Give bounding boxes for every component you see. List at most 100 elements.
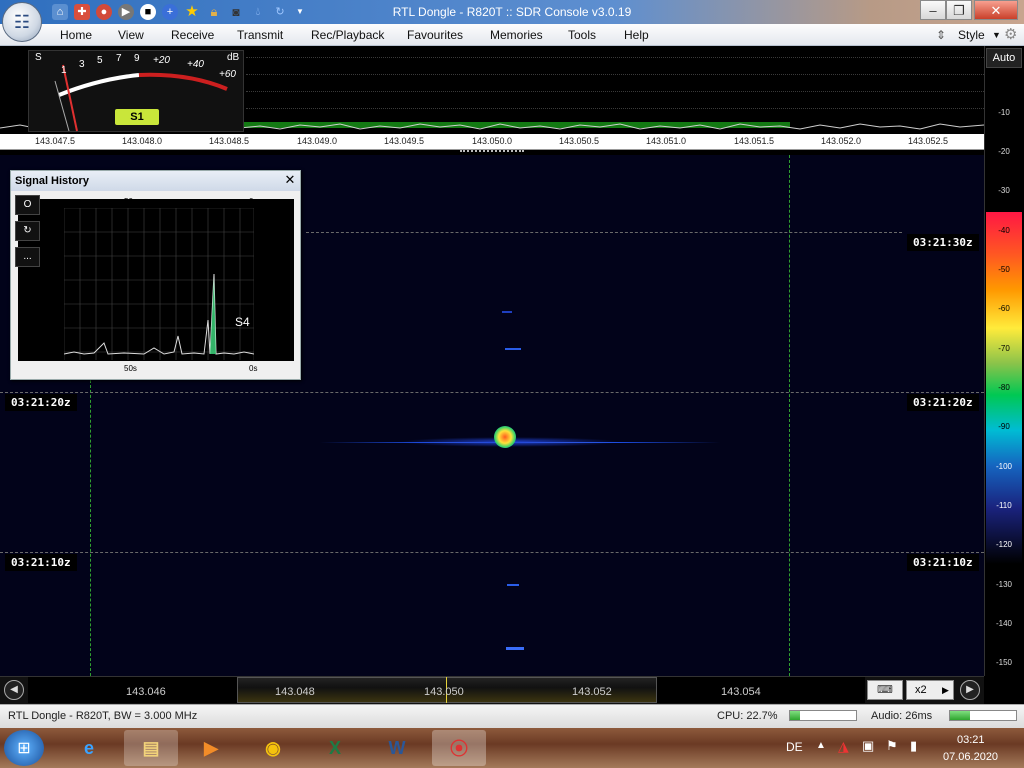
frequency-tick: 143.050.0 (471, 136, 513, 146)
antivirus-tray-icon[interactable]: ◮ (838, 738, 849, 755)
file-explorer-icon[interactable]: ▤ (124, 730, 178, 766)
internet-explorer-icon[interactable]: e (62, 730, 116, 766)
status-bar: RTL Dongle - R820T, BW = 3.000 MHz CPU: … (0, 704, 1024, 728)
timestamp-left: 03:21:20z (5, 394, 77, 411)
frequency-tick: 143.048.5 (208, 136, 250, 146)
audio-status: Audio: 26ms (871, 710, 933, 722)
signal-history-plot (64, 208, 254, 360)
cpu-status: CPU: 22.7% (717, 710, 778, 722)
audio-meter-fill (950, 711, 970, 720)
play-icon[interactable]: ▶ (118, 4, 134, 20)
history-db-tick: -60 dBm (258, 273, 289, 282)
menu-memories[interactable]: Memories (490, 24, 543, 46)
frequency-tick: 143.052.0 (820, 136, 862, 146)
s-meter-reading: S1 (115, 109, 159, 125)
splitter-handle[interactable] (460, 150, 524, 154)
colorbar-tick: -90 (998, 422, 1010, 431)
menu-receive[interactable]: Receive (171, 24, 214, 46)
colorbar-tick: -40 (998, 226, 1010, 235)
close-icon[interactable]: ✕ (283, 173, 297, 187)
timestamp-right: 03:21:20z (907, 394, 979, 411)
start-button[interactable]: ⊞ (4, 730, 44, 766)
language-indicator[interactable]: DE (786, 740, 803, 754)
s-meter-tick: 1 (61, 65, 67, 76)
minimize-button[interactable]: – (920, 0, 946, 20)
signal-history-window[interactable]: Signal History ✕ O ↻ ... 50s 0s 50s 0s -… (10, 170, 301, 380)
history-refresh-button[interactable]: ↻ (15, 221, 40, 241)
style-arrows-icon[interactable]: ⇕ (936, 24, 946, 46)
time-gridline (0, 392, 984, 393)
menu-transmit[interactable]: Transmit (237, 24, 283, 46)
gear-icon[interactable]: ⚙ (1004, 24, 1017, 46)
overview-freq-label: 143.048 (275, 686, 315, 698)
zoom-select[interactable]: x2 ▶ (906, 680, 954, 700)
spectrum-gridline (246, 91, 984, 92)
auto-scale-button[interactable]: Auto (986, 48, 1022, 68)
cpu-meter (789, 710, 857, 721)
time-gridline (306, 232, 902, 233)
clock-date[interactable]: 07.06.2020 (943, 751, 998, 763)
app-menu-orb-icon[interactable]: ☷ (2, 2, 42, 42)
frequency-tick: 143.052.5 (907, 136, 949, 146)
network-tray-icon[interactable]: ▮ (910, 738, 917, 754)
s-meter-db-label: dB (227, 52, 240, 63)
menu-help[interactable]: Help (624, 24, 649, 46)
overview-freq-label: 143.050 (424, 686, 464, 698)
home-icon[interactable]: ⌂ (52, 4, 68, 20)
chrome-icon[interactable]: ◉ (246, 730, 300, 766)
zoom-value: x2 (915, 684, 927, 696)
sdr-console-taskbar-icon[interactable]: ⦿ (432, 730, 486, 766)
colorbar-tick: -60 (998, 304, 1010, 313)
history-time-bottom-left: 50s (124, 364, 137, 373)
device-tray-icon[interactable]: ▣ (862, 738, 874, 754)
db-tick: -130 (995, 580, 1012, 589)
frequency-tick: 143.049.5 (383, 136, 425, 146)
media-player-icon[interactable]: ▶ (184, 730, 238, 766)
menu-tools[interactable]: Tools (568, 24, 596, 46)
stop-icon[interactable]: ■ (140, 4, 156, 20)
history-reset-button[interactable]: O (15, 195, 40, 215)
device-status: RTL Dongle - R820T, BW = 3.000 MHz (8, 710, 198, 722)
clock-time[interactable]: 03:21 (957, 734, 985, 746)
audio-meter (949, 710, 1017, 721)
camera-icon[interactable]: ◙ (228, 4, 244, 20)
menu-view[interactable]: View (118, 24, 144, 46)
style-menu[interactable]: Style (958, 24, 985, 46)
close-button[interactable]: ✕ (974, 0, 1018, 20)
record-icon[interactable]: ● (96, 4, 112, 20)
scroll-right-button[interactable]: ▶ (960, 680, 980, 700)
drop-icon[interactable]: 💧︎ (250, 4, 266, 20)
overview-freq-label: 143.054 (721, 686, 761, 698)
favourite-star-icon[interactable]: ★ (184, 4, 200, 20)
add-icon[interactable]: + (162, 4, 178, 20)
excel-icon[interactable]: X (308, 730, 362, 766)
waterfall-trace-mark (502, 311, 512, 313)
help-lifesaver-icon[interactable]: ✚ (74, 4, 90, 20)
menu-favourites[interactable]: Favourites (407, 24, 463, 46)
colorbar-tick: -100 (995, 462, 1012, 471)
history-s-reading: S4 (235, 315, 250, 329)
waterfall-trace-mark (505, 348, 521, 350)
scroll-left-button[interactable]: ◀ (4, 680, 24, 700)
colorbar-tick: -70 (998, 344, 1010, 353)
db-tick: -150 (995, 658, 1012, 667)
menu-rec-playback[interactable]: Rec/Playback (311, 24, 384, 46)
word-icon[interactable]: W (370, 730, 424, 766)
db-tick: -20 (998, 147, 1010, 156)
frequency-tick: 143.048.0 (121, 136, 163, 146)
lock-icon[interactable]: 🔒︎ (206, 4, 222, 20)
maximize-button[interactable]: ❐ (946, 0, 972, 20)
swirl-icon[interactable]: ↻ (272, 4, 288, 20)
flag-tray-icon[interactable]: ⚑ (886, 738, 898, 754)
history-db-tick: -100 dBm (258, 321, 293, 330)
history-more-button[interactable]: ... (15, 247, 40, 267)
customize-dropdown-icon[interactable]: ▼ (292, 4, 308, 20)
style-dropdown-icon[interactable]: ▼ (992, 24, 1001, 46)
menu-home[interactable]: Home (60, 24, 92, 46)
history-db-tick: -80 dBm (258, 297, 289, 306)
frequency-axis[interactable]: 143.047.5 143.048.0 143.048.5 143.049.0 … (0, 134, 984, 150)
keyboard-icon[interactable]: ⌨ (867, 680, 903, 700)
frequency-tick: 143.049.0 (296, 136, 338, 146)
history-time-bottom-right: 0s (249, 364, 258, 373)
tray-expand-icon[interactable]: ▲ (816, 740, 826, 751)
